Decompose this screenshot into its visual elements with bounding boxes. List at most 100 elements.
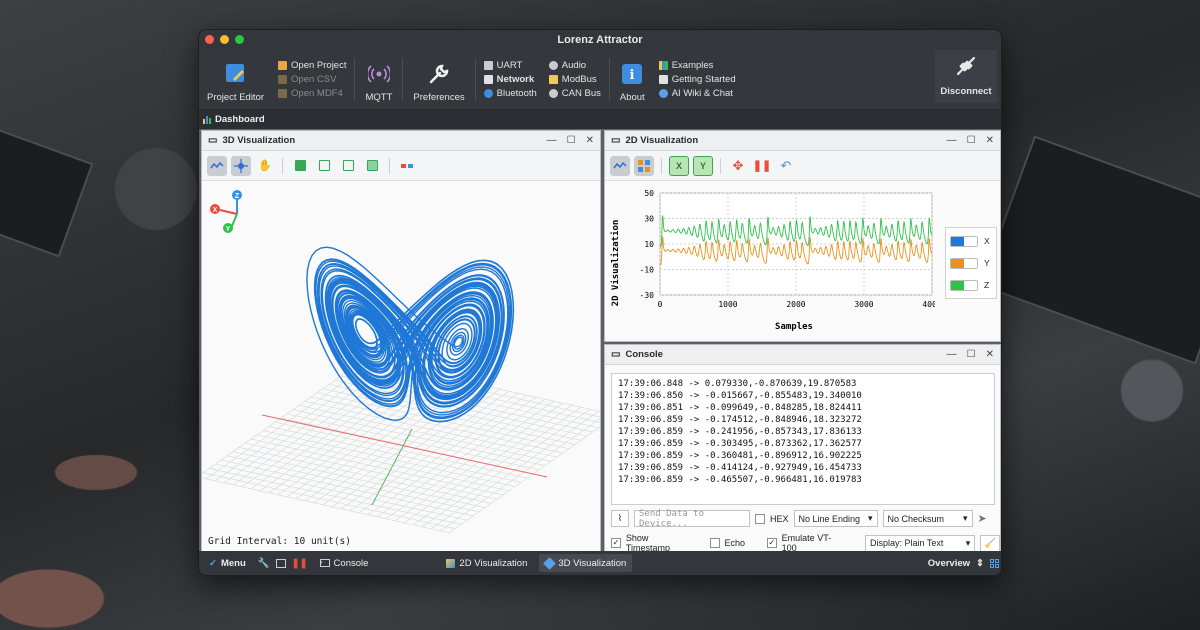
grid-line [202, 477, 450, 534]
hex-checkbox[interactable] [755, 513, 765, 524]
view-side-icon[interactable] [338, 156, 358, 176]
canbus-button[interactable]: CAN Bus [548, 88, 601, 100]
emulate-vt100-checkbox[interactable]: ✓ [766, 538, 777, 548]
emulate-vt100-label: Emulate VT-100 [781, 533, 832, 553]
line-ending-select[interactable]: No Line Ending ▾ [793, 510, 878, 527]
project-group: Open Project Open CSV Open MDF4 [272, 50, 352, 109]
display-mode-select[interactable]: Display: Plain Text ▾ [864, 534, 976, 552]
send-icon[interactable]: ➤ [978, 512, 987, 525]
move-crosshair-icon[interactable]: ✥ [728, 156, 748, 176]
view-front-icon[interactable] [290, 156, 310, 176]
open-mdf4-button[interactable]: Open MDF4 [278, 88, 346, 100]
stereo-glasses-icon[interactable] [397, 156, 417, 176]
show-timestamp-checkbox[interactable]: ✓ [611, 538, 621, 548]
ai-wiki-button[interactable]: AI Wiki & Chat [658, 88, 736, 100]
window-title: Lorenz Attractor [557, 34, 643, 46]
legend-item-y[interactable]: Y [950, 252, 992, 274]
echo-checkbox[interactable] [709, 538, 720, 548]
grid-line [268, 426, 522, 483]
modbus-button[interactable]: ModBus [548, 74, 601, 86]
minimize-icon[interactable]: — [947, 349, 957, 360]
zoom-window-button[interactable] [235, 35, 244, 44]
about-button[interactable]: i About [612, 50, 653, 109]
project-editor-button[interactable]: Project Editor [199, 50, 272, 109]
close-icon[interactable]: ✕ [986, 135, 994, 146]
examples-button[interactable]: Examples [658, 60, 736, 72]
echo-label: Echo [724, 538, 746, 548]
view-top-icon[interactable] [314, 156, 334, 176]
attach-file-button[interactable]: ⌇ [611, 510, 629, 527]
network-icon [483, 75, 493, 84]
line-mode-icon[interactable] [207, 155, 227, 176]
minimize-icon[interactable]: — [947, 135, 957, 146]
pan-hand-icon[interactable]: ✋ [255, 156, 275, 176]
taskbar-2d-visualization[interactable]: 2D Visualization [440, 554, 533, 572]
network-button[interactable]: Network [483, 74, 537, 86]
console-output[interactable]: 17:39:06.848 -> 0.079330,-0.870639,19.87… [611, 373, 995, 505]
close-icon[interactable]: ✕ [586, 135, 594, 146]
taskbar-console[interactable]: › Console [314, 554, 375, 572]
console-line: 17:39:06.848 -> 0.079330,-0.870639,19.87… [618, 379, 857, 389]
maximize-icon[interactable]: ☐ [567, 135, 576, 146]
maximize-icon[interactable]: ☐ [967, 135, 976, 146]
grid-line [256, 434, 510, 492]
legend-item-z[interactable]: Z [950, 274, 992, 296]
open-csv-button[interactable]: Open CSV [278, 74, 346, 86]
menu-logo-icon: ✓ [209, 557, 217, 569]
getting-started-button[interactable]: Getting Started [658, 74, 736, 86]
dashboard-tab[interactable]: Dashboard [199, 109, 1001, 129]
grid-line [262, 430, 516, 487]
checksum-select[interactable]: No Checksum ▾ [882, 510, 973, 527]
about-label: About [619, 92, 645, 103]
svg-text:i: i [630, 68, 635, 83]
chevron-down-icon: ▾ [962, 513, 968, 523]
chart-x-axis-title: Samples [775, 322, 813, 332]
uart-button[interactable]: UART [483, 60, 537, 72]
preferences-button[interactable]: Preferences [405, 50, 472, 109]
minimize-window-button[interactable] [220, 35, 229, 44]
3d-plot-canvas[interactable]: Z X Y [202, 181, 600, 551]
screen-icon[interactable] [275, 558, 286, 568]
grid-line [232, 451, 486, 508]
menu-button[interactable]: ✓ Menu [203, 554, 252, 572]
audio-button[interactable]: Audio [548, 60, 601, 72]
taskbar-3d-visualization[interactable]: 3D Visualization [539, 554, 633, 572]
2d-chart[interactable]: 2D Visualization Samples 50 30 10 -10 -300 10… [605, 181, 935, 341]
wrench-icon[interactable]: 🔧 [258, 558, 270, 569]
bluetooth-button[interactable]: Bluetooth [483, 88, 537, 100]
x-tick-label: 0 [658, 300, 663, 309]
legend-item-x[interactable]: X [950, 230, 992, 252]
panel-icon: ▭ [611, 349, 621, 360]
io-group-right: Audio ModBus CAN Bus [543, 50, 607, 109]
orbit-icon[interactable] [231, 155, 251, 176]
x-tick-label: 2000 [786, 300, 805, 309]
x-tick-label: 3000 [854, 300, 873, 309]
x-axis-toggle-icon[interactable]: X [669, 155, 689, 176]
paperclip-icon: ⌇ [617, 513, 623, 523]
view-iso-icon[interactable] [362, 156, 382, 176]
line-mode-icon[interactable] [610, 155, 630, 176]
chevron-updown-icon: ⇕ [976, 557, 984, 569]
audio-icon [548, 61, 558, 70]
maximize-icon[interactable]: ☐ [967, 349, 976, 360]
close-icon[interactable]: ✕ [986, 349, 994, 360]
clear-console-button[interactable]: 🧹 [980, 534, 1000, 552]
grid-line [238, 447, 492, 504]
minimize-icon[interactable]: — [547, 135, 557, 146]
hex-label: HEX [770, 513, 789, 524]
y-axis-toggle-icon[interactable]: Y [693, 155, 713, 176]
open-project-button[interactable]: Open Project [278, 60, 346, 72]
bluetooth-icon [483, 89, 493, 98]
disconnect-button[interactable]: Disconnect [935, 50, 997, 103]
grid-toggle-icon[interactable] [634, 155, 654, 176]
mqtt-button[interactable]: MQTT [357, 50, 400, 109]
close-window-button[interactable] [205, 35, 214, 44]
overview-selector[interactable]: Overview ⇕ [928, 558, 999, 569]
help-group: Examples Getting Started AI Wiki & Chat [653, 50, 742, 109]
panel-2d: ▭ 2D Visualization — ☐ ✕ X Y ✥ ❚❚ ↶ 2D V… [604, 130, 1001, 342]
pause-icon[interactable]: ❚❚ [752, 156, 772, 176]
show-timestamp-label: Show Timestamp [625, 533, 671, 553]
undo-icon[interactable]: ↶ [776, 156, 796, 176]
pause-icon[interactable]: ❚❚ [292, 558, 308, 569]
send-data-input[interactable]: Send Data to Device... [634, 509, 750, 529]
